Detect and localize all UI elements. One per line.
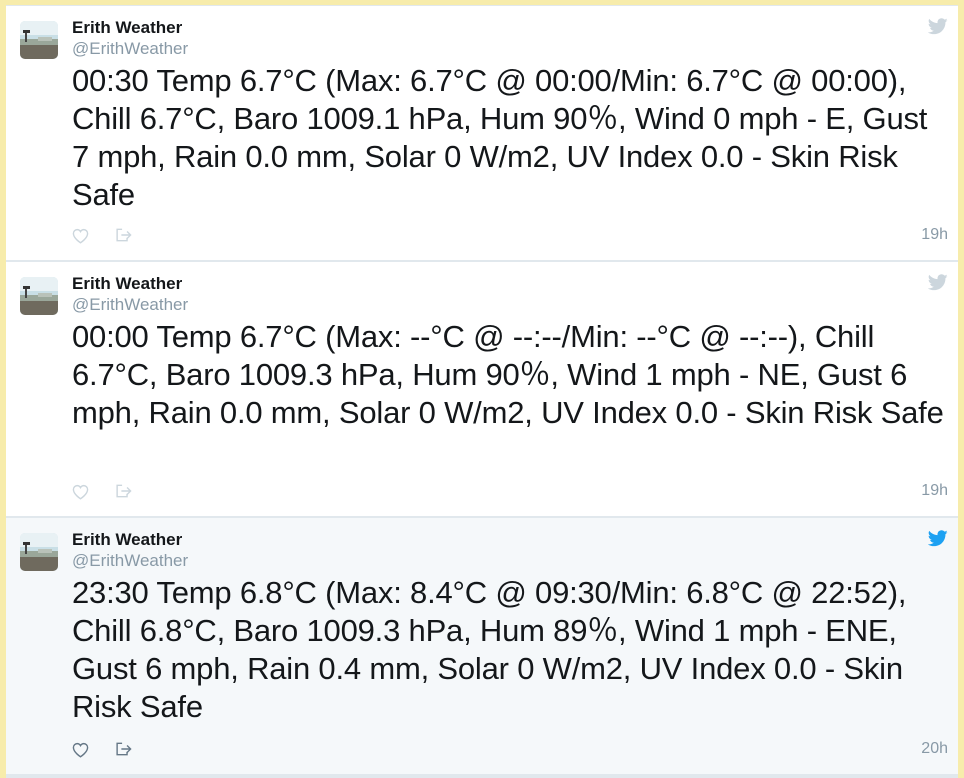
tweet[interactable]: Erith Weather @ErithWeather 00:00 Temp 6…	[6, 262, 958, 516]
avatar[interactable]	[20, 277, 58, 315]
author-handle[interactable]: @ErithWeather	[72, 295, 188, 315]
author-name[interactable]: Erith Weather	[72, 18, 182, 38]
share-icon[interactable]	[115, 741, 132, 757]
tweet[interactable]: Erith Weather @ErithWeather 00:30 Temp 6…	[6, 6, 958, 260]
author-name[interactable]: Erith Weather	[72, 274, 182, 294]
author-handle[interactable]: @ErithWeather	[72, 39, 188, 59]
tweet-timestamp[interactable]: 19h	[921, 482, 948, 500]
tweet-timestamp[interactable]: 20h	[921, 740, 948, 758]
heart-icon[interactable]	[72, 484, 89, 500]
heart-icon[interactable]	[72, 228, 89, 244]
share-icon[interactable]	[115, 227, 132, 243]
heart-icon[interactable]	[72, 742, 89, 758]
tweet-timeline: Erith Weather @ErithWeather 00:30 Temp 6…	[6, 5, 958, 778]
twitter-bird-icon[interactable]	[928, 274, 948, 291]
twitter-bird-icon[interactable]	[928, 530, 948, 547]
tweet-timestamp[interactable]: 19h	[921, 226, 948, 244]
author-handle[interactable]: @ErithWeather	[72, 551, 188, 571]
avatar[interactable]	[20, 533, 58, 571]
author-name[interactable]: Erith Weather	[72, 530, 182, 550]
avatar[interactable]	[20, 21, 58, 59]
share-icon[interactable]	[115, 483, 132, 499]
twitter-bird-icon[interactable]	[928, 18, 948, 35]
tweet[interactable]: Erith Weather @ErithWeather 23:30 Temp 6…	[6, 518, 958, 774]
tweet-text: 00:00 Temp 6.7°C (Max: --°C @ --:--/Min:…	[72, 319, 944, 430]
tweet-text: 00:30 Temp 6.7°C (Max: 6.7°C @ 00:00/Min…	[72, 63, 928, 212]
tweet-text: 23:30 Temp 6.8°C (Max: 8.4°C @ 09:30/Min…	[72, 575, 907, 724]
